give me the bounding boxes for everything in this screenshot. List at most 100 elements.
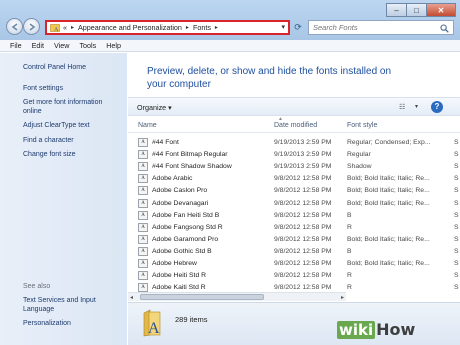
organize-button[interactable]: Organize ▾	[137, 103, 172, 112]
font-style: Bold; Bold Italic; Italic; Re...	[347, 260, 430, 267]
column-date-header[interactable]: Date modified	[274, 122, 317, 129]
font-show-state: S	[454, 151, 459, 159]
font-name: #44 Font Bitmap Regular	[152, 151, 228, 159]
font-row[interactable]: A #44 Font Shadow Shadow 9/19/2013 2:59 PM…	[128, 161, 460, 173]
chevron-right-icon[interactable]: ▸	[186, 24, 189, 31]
command-bar: Organize ▾ ☷ ▾ ?	[128, 97, 460, 116]
chevron-right-icon[interactable]: ▸	[215, 24, 218, 31]
font-row[interactable]: A Adobe Hebrew 9/8/2012 12:58 PM Bold; Bold…	[128, 258, 460, 270]
control-panel-home-link[interactable]: Control Panel Home	[23, 63, 118, 72]
back-arrow-icon	[11, 23, 18, 31]
font-show-state: S	[454, 235, 459, 243]
forward-button[interactable]	[23, 18, 40, 35]
font-date: 9/8/2012 12:58 PM	[274, 235, 332, 243]
font-style: Bold; Bold Italic; Italic; Re...	[347, 235, 430, 243]
font-row[interactable]: A Adobe Gothic Std B 9/8/2012 12:58 PM B S	[128, 246, 460, 258]
window-controls: – □ ✕	[386, 3, 456, 17]
font-name: Adobe Caslon Pro	[152, 187, 208, 195]
font-date: 9/19/2013 2:59 PM	[274, 163, 332, 171]
font-file-icon: A	[138, 186, 148, 196]
font-date: 9/8/2012 12:58 PM	[274, 260, 332, 267]
font-name: Adobe Heiti Std R	[152, 272, 207, 280]
scroll-right-icon[interactable]: ▸	[341, 294, 344, 301]
font-name: Adobe Kaiti Std R	[152, 284, 206, 292]
font-date: 9/19/2013 2:59 PM	[274, 151, 332, 159]
font-show-state: S	[454, 199, 459, 207]
font-row[interactable]: A Adobe Fan Heiti Std B 9/8/2012 12:58 PM B…	[128, 210, 460, 222]
font-date: 9/8/2012 12:58 PM	[274, 187, 332, 195]
font-show-state: S	[454, 272, 459, 280]
font-row[interactable]: A Adobe Garamond Pro 9/8/2012 12:58 PM Bold…	[128, 234, 460, 246]
font-row[interactable]: A Adobe Caslon Pro 9/8/2012 12:58 PM Bold; …	[128, 185, 460, 197]
address-dropdown-icon[interactable]: ▾	[281, 23, 285, 31]
address-bar[interactable]: A « ▸ Appearance and Personalization ▸ F…	[45, 20, 290, 35]
font-name: #44 Font	[152, 139, 179, 146]
font-row[interactable]: A Adobe Heiti Std R 9/8/2012 12:58 PM R S	[128, 270, 460, 282]
font-row[interactable]: A Adobe Devanagari 9/8/2012 12:58 PM Bold; …	[128, 198, 460, 210]
help-icon[interactable]: ?	[431, 101, 443, 113]
font-name: Adobe Hebrew	[152, 260, 197, 267]
font-file-icon: A	[138, 246, 148, 256]
menu-edit[interactable]: Edit	[32, 41, 44, 50]
font-row[interactable]: A Adobe Fangsong Std R 9/8/2012 12:58 PM R S	[128, 222, 460, 234]
svg-text:A: A	[148, 320, 160, 337]
search-input[interactable]	[313, 23, 433, 32]
font-row[interactable]: A #44 Font Bitmap Regular 9/19/2013 2:59 P…	[128, 149, 460, 161]
breadcrumb-appearance[interactable]: Appearance and Personalization	[78, 23, 182, 32]
adjust-cleartype-link[interactable]: Adjust ClearType text	[23, 121, 118, 130]
font-file-icon: A	[138, 138, 148, 147]
menu-tools[interactable]: Tools	[79, 41, 96, 50]
font-row[interactable]: A Adobe Kaiti Std R 9/8/2012 12:58 PM R S	[128, 282, 460, 292]
column-style-header[interactable]: Font style	[347, 122, 377, 129]
svg-text:A: A	[54, 27, 59, 32]
scrollbar-thumb[interactable]	[140, 294, 264, 300]
page-title: Preview, delete, or show and hide the fo…	[147, 66, 392, 90]
font-style: Bold; Bold Italic; Italic; Re...	[347, 199, 430, 207]
font-name: #44 Font Shadow Shadow	[152, 163, 232, 171]
scroll-left-icon[interactable]: ◂	[130, 294, 133, 301]
close-button[interactable]: ✕	[426, 3, 456, 17]
view-options-icon[interactable]: ☷	[399, 103, 405, 111]
font-row[interactable]: A #44 Font 9/19/2013 2:59 PM Regular; Conde…	[128, 137, 460, 149]
search-icon[interactable]	[440, 24, 449, 33]
horizontal-scrollbar[interactable]: ◂ ▸	[128, 292, 346, 301]
watermark-part2: How	[376, 320, 416, 339]
font-file-icon: A	[138, 198, 148, 208]
font-style: R	[347, 284, 352, 292]
personalization-link[interactable]: Personalization	[23, 319, 118, 328]
font-date: 9/8/2012 12:58 PM	[274, 247, 332, 255]
font-name: Adobe Devanagari	[152, 199, 209, 207]
menu-help[interactable]: Help	[106, 41, 121, 50]
view-dropdown-icon[interactable]: ▾	[415, 103, 418, 110]
text-services-link[interactable]: Text Services and Input Language	[23, 296, 118, 314]
address-chevrons[interactable]: «	[63, 23, 67, 32]
search-box[interactable]	[308, 20, 454, 35]
maximize-button[interactable]: □	[406, 3, 426, 17]
minimize-button[interactable]: –	[386, 3, 406, 17]
see-also-heading: See also	[23, 283, 51, 290]
font-settings-link[interactable]: Font settings	[23, 84, 118, 93]
get-more-font-information-link[interactable]: Get more font information online	[23, 98, 118, 116]
minimize-icon: –	[394, 6, 399, 15]
content-header: Preview, delete, or show and hide the fo…	[128, 53, 460, 97]
font-show-state: S	[454, 260, 459, 267]
font-style: R	[347, 272, 352, 280]
breadcrumb-fonts[interactable]: Fonts	[193, 23, 211, 32]
font-file-icon: A	[138, 234, 148, 244]
font-row[interactable]: A Adobe Arabic 9/8/2012 12:58 PM Bold; Bold…	[128, 173, 460, 185]
back-button[interactable]	[6, 18, 23, 35]
folder-fonts-icon: A	[143, 309, 161, 337]
menu-view[interactable]: View	[54, 41, 69, 50]
font-name: Adobe Garamond Pro	[152, 235, 219, 243]
menu-file[interactable]: File	[10, 41, 22, 50]
column-name-header[interactable]: Name	[138, 122, 157, 129]
font-name: Adobe Gothic Std B	[152, 247, 212, 255]
font-file-icon: A	[138, 271, 148, 281]
refresh-icon[interactable]: ⟳	[292, 21, 304, 33]
font-date: 9/8/2012 12:58 PM	[274, 199, 332, 207]
font-style: Shadow	[347, 163, 372, 171]
find-character-link[interactable]: Find a character	[23, 136, 118, 145]
change-font-size-link[interactable]: Change font size	[23, 150, 118, 159]
font-style: Bold; Bold Italic; Italic; Re...	[347, 187, 430, 195]
watermark-part1: wiki	[337, 321, 376, 339]
